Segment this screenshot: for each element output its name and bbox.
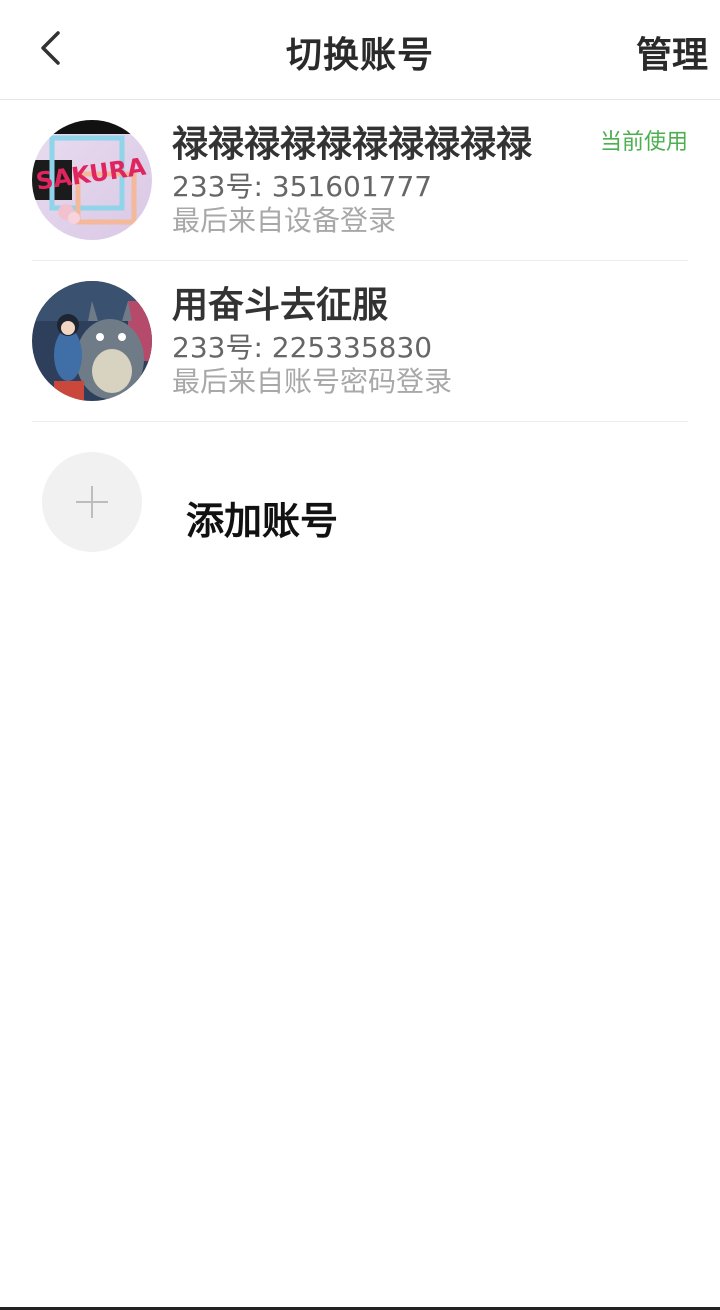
top-bar: 切换账号 管理 [0,0,720,100]
account-item-current[interactable]: SAKURA 禄禄禄禄禄禄禄禄禄禄 233号: 351601777 最后来自设备… [32,100,688,261]
account-item[interactable]: 用奋斗去征服 233号: 225335830 最后来自账号密码登录 [32,261,688,422]
account-id: 233号: 351601777 [172,170,433,203]
add-account-button[interactable]: 添加账号 [42,452,682,552]
account-login-source: 最后来自设备登录 [172,204,397,237]
account-info: 用奋斗去征服 233号: 225335830 最后来自账号密码登录 [172,283,592,399]
account-info: 禄禄禄禄禄禄禄禄禄禄 233号: 351601777 最后来自设备登录 [172,122,592,238]
current-badge: 当前使用 [599,130,688,155]
add-account-label: 添加账号 [186,499,339,543]
account-name: 禄禄禄禄禄禄禄禄禄禄 [172,124,533,165]
avatar [32,281,152,401]
account-name: 用奋斗去征服 [172,285,389,326]
account-id: 233号: 225335830 [172,331,433,364]
plus-icon [42,452,142,552]
account-login-source: 最后来自账号密码登录 [172,365,453,398]
account-list: SAKURA 禄禄禄禄禄禄禄禄禄禄 233号: 351601777 最后来自设备… [0,100,720,422]
avatar: SAKURA [32,120,152,240]
manage-button[interactable]: 管理 [636,26,708,78]
page-title: 切换账号 [285,35,434,76]
